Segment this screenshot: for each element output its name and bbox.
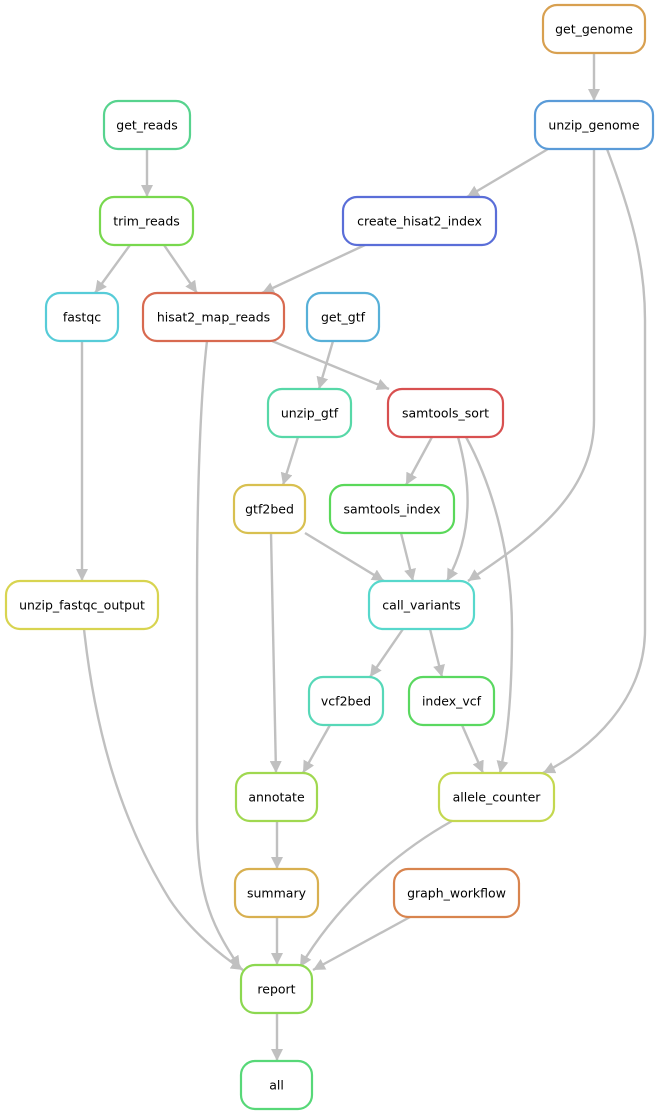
node-fastqc: fastqc (44, 291, 120, 343)
node-label: unzip_genome (548, 118, 639, 133)
node-label: graph_workflow (407, 886, 506, 901)
node-label: report (257, 982, 295, 997)
edge-unzip_fastqc_output-to-report (82, 628, 244, 972)
node-label: get_reads (116, 118, 177, 133)
node-hisat2_map_reads: hisat2_map_reads (141, 291, 286, 343)
node-label: samtools_sort (402, 406, 489, 421)
edge-unzip_gtf-to-gtf2bed (280, 436, 300, 486)
node-label: trim_reads (113, 214, 180, 229)
node-label: call_variants (382, 598, 460, 613)
node-label: index_vcf (422, 694, 482, 709)
edge-samtools_index-to-call_variants (399, 532, 416, 582)
node-call_variants: call_variants (367, 579, 476, 631)
node-create_hisat2_index: create_hisat2_index (341, 195, 498, 247)
node-label: vcf2bed (321, 694, 371, 709)
edge-call_variants-to-index_vcf (428, 628, 445, 678)
node-label: summary (247, 886, 307, 901)
edge-unzip_genome-to-create_hisat2_index (466, 147, 549, 199)
edge-index_vcf-to-allele_counter (460, 724, 485, 774)
node-get_reads: get_reads (102, 99, 192, 151)
node-label: get_genome (555, 22, 633, 37)
node-annotate: annotate (234, 771, 319, 823)
node-get_genome: get_genome (541, 3, 647, 55)
node-samtools_sort: samtools_sort (386, 387, 505, 439)
node-unzip_gtf: unzip_gtf (266, 387, 353, 439)
node-get_gtf: get_gtf (305, 291, 381, 343)
edge-gtf2bed-to-annotate (269, 532, 282, 774)
node-samtools_index: samtools_index (328, 483, 456, 535)
edge-hisat2_map_reads-to-report (195, 340, 242, 969)
node-all: all (239, 1059, 314, 1111)
node-label: unzip_gtf (281, 406, 339, 421)
node-unzip_fastqc_output: unzip_fastqc_output (4, 579, 160, 631)
node-label: all (269, 1078, 284, 1093)
node-label: fastqc (63, 310, 101, 325)
workflow-dag: get_genome unzip_genome get_reads trim_read… (4, 3, 655, 1111)
edge-gtf2bed-to-call_variants (304, 531, 385, 583)
node-label: allele_counter (453, 790, 542, 805)
node-label: get_gtf (321, 310, 366, 325)
edge-trim_reads-to-fastqc (94, 244, 131, 294)
node-label: gtf2bed (245, 502, 294, 517)
nodes-layer: get_genome unzip_genome get_reads trim_read… (4, 3, 655, 1111)
node-label: samtools_index (344, 502, 441, 517)
edge-vcf2bed-to-annotate (301, 724, 332, 774)
edge-call_variants-to-vcf2bed (369, 628, 404, 678)
node-trim_reads: trim_reads (98, 195, 195, 247)
node-graph_workflow: graph_workflow (392, 867, 521, 919)
edge-samtools_sort-to-samtools_index (404, 436, 434, 486)
edge-trim_reads-to-hisat2_map_reads (163, 244, 198, 294)
edge-graph_workflow-to-report (312, 915, 411, 972)
node-label: unzip_fastqc_output (19, 598, 145, 613)
node-vcf2bed: vcf2bed (307, 675, 385, 727)
node-report: report (239, 963, 314, 1015)
node-label: create_hisat2_index (357, 214, 482, 229)
node-gtf2bed: gtf2bed (232, 483, 307, 535)
node-label: hisat2_map_reads (157, 310, 270, 325)
node-label: annotate (248, 790, 305, 805)
node-unzip_genome: unzip_genome (533, 99, 655, 151)
node-summary: summary (233, 867, 320, 919)
node-index_vcf: index_vcf (407, 675, 496, 727)
edge-create_hisat2_index-to-hisat2_map_reads (261, 243, 366, 295)
node-allele_counter: allele_counter (437, 771, 556, 823)
